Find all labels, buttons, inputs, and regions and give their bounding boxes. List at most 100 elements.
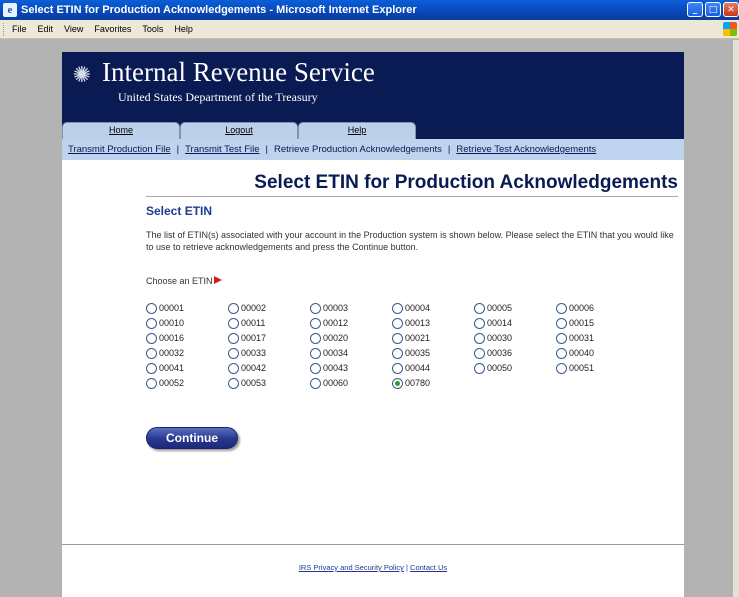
radio-button[interactable] bbox=[228, 377, 239, 389]
main-tabs: Home Logout Help bbox=[62, 122, 684, 139]
radio-button[interactable] bbox=[310, 332, 321, 344]
etin-option[interactable]: 00060 bbox=[310, 377, 392, 389]
radio-button[interactable] bbox=[146, 377, 157, 389]
radio-button[interactable] bbox=[556, 347, 567, 359]
toolbar-grip bbox=[3, 22, 6, 36]
radio-button[interactable] bbox=[146, 332, 157, 344]
etin-option[interactable]: 00012 bbox=[310, 317, 392, 329]
nav-separator: | bbox=[447, 144, 451, 155]
maximize-icon[interactable]: □ bbox=[705, 2, 721, 17]
radio-button[interactable] bbox=[146, 317, 157, 329]
close-icon[interactable]: ✕ bbox=[723, 2, 739, 17]
link-retrieve-test-acknowledgements[interactable]: Retrieve Test Acknowledgements bbox=[456, 144, 596, 155]
etin-option[interactable]: 00013 bbox=[392, 317, 474, 329]
vertical-scrollbar[interactable] bbox=[733, 40, 739, 597]
radio-button[interactable] bbox=[392, 347, 403, 359]
radio-button[interactable] bbox=[474, 347, 485, 359]
radio-button[interactable] bbox=[474, 317, 485, 329]
etin-option[interactable]: 00011 bbox=[228, 317, 310, 329]
etin-option[interactable]: 00003 bbox=[310, 302, 392, 314]
etin-option[interactable]: 00014 bbox=[474, 317, 556, 329]
radio-button[interactable] bbox=[556, 332, 567, 344]
etin-label: 00043 bbox=[323, 363, 349, 373]
radio-button[interactable] bbox=[228, 302, 239, 314]
radio-button[interactable] bbox=[228, 317, 239, 329]
menu-favorites[interactable]: Favorites bbox=[94, 24, 131, 34]
privacy-policy-link[interactable]: IRS Privacy and Security Policy bbox=[299, 563, 404, 572]
menu-file[interactable]: File bbox=[12, 24, 27, 34]
radio-button[interactable] bbox=[556, 362, 567, 374]
web-page: ✺ Internal Revenue Service United States… bbox=[62, 52, 684, 597]
etin-option[interactable]: 00042 bbox=[228, 362, 310, 374]
etin-option[interactable]: 00006 bbox=[556, 302, 638, 314]
etin-option[interactable]: 00017 bbox=[228, 332, 310, 344]
etin-option[interactable]: 00033 bbox=[228, 347, 310, 359]
radio-button[interactable] bbox=[392, 362, 403, 374]
radio-button[interactable] bbox=[310, 362, 321, 374]
etin-option[interactable]: 00016 bbox=[146, 332, 228, 344]
radio-button[interactable] bbox=[556, 317, 567, 329]
etin-option[interactable]: 00041 bbox=[146, 362, 228, 374]
menu-view[interactable]: View bbox=[64, 24, 83, 34]
menu-help[interactable]: Help bbox=[174, 24, 193, 34]
irs-header: ✺ Internal Revenue Service United States… bbox=[62, 52, 684, 160]
etin-option[interactable]: 00050 bbox=[474, 362, 556, 374]
etin-option[interactable]: 00021 bbox=[392, 332, 474, 344]
radio-button[interactable] bbox=[228, 347, 239, 359]
etin-label: 00041 bbox=[159, 363, 185, 373]
etin-option[interactable]: 00015 bbox=[556, 317, 638, 329]
tab-help[interactable]: Help bbox=[298, 122, 416, 139]
etin-option[interactable]: 00034 bbox=[310, 347, 392, 359]
radio-button[interactable] bbox=[228, 332, 239, 344]
radio-button[interactable] bbox=[392, 302, 403, 314]
minimize-icon[interactable]: _ bbox=[687, 2, 703, 17]
etin-option[interactable]: 00044 bbox=[392, 362, 474, 374]
etin-label: 00006 bbox=[569, 303, 595, 313]
etin-option[interactable]: 00005 bbox=[474, 302, 556, 314]
etin-option[interactable]: 00010 bbox=[146, 317, 228, 329]
radio-button[interactable] bbox=[392, 317, 403, 329]
etin-option[interactable]: 00004 bbox=[392, 302, 474, 314]
radio-button[interactable] bbox=[392, 332, 403, 344]
radio-button[interactable] bbox=[146, 362, 157, 374]
etin-option[interactable]: 00020 bbox=[310, 332, 392, 344]
etin-option[interactable]: 00043 bbox=[310, 362, 392, 374]
menu-edit[interactable]: Edit bbox=[38, 24, 54, 34]
etin-option[interactable]: 00030 bbox=[474, 332, 556, 344]
sub-navigation: Transmit Production File | Transmit Test… bbox=[62, 139, 684, 160]
radio-button[interactable] bbox=[146, 302, 157, 314]
tab-logout[interactable]: Logout bbox=[180, 122, 298, 139]
menu-tools[interactable]: Tools bbox=[142, 24, 163, 34]
etin-option[interactable]: 00040 bbox=[556, 347, 638, 359]
radio-button[interactable] bbox=[556, 302, 567, 314]
link-transmit-test-file[interactable]: Transmit Test File bbox=[185, 144, 259, 155]
radio-button[interactable] bbox=[474, 302, 485, 314]
etin-option[interactable]: 00001 bbox=[146, 302, 228, 314]
radio-button[interactable] bbox=[146, 347, 157, 359]
etin-label: 00030 bbox=[487, 333, 513, 343]
etin-option[interactable]: 00031 bbox=[556, 332, 638, 344]
etin-option[interactable]: 00051 bbox=[556, 362, 638, 374]
etin-option[interactable]: 00036 bbox=[474, 347, 556, 359]
radio-button[interactable] bbox=[228, 362, 239, 374]
red-arrow-icon bbox=[213, 275, 222, 284]
radio-button[interactable] bbox=[310, 302, 321, 314]
radio-button[interactable] bbox=[392, 377, 403, 389]
etin-option[interactable]: 00780 bbox=[392, 377, 474, 389]
radio-button[interactable] bbox=[474, 332, 485, 344]
contact-us-link[interactable]: Contact Us bbox=[410, 563, 447, 572]
etin-option[interactable]: 00032 bbox=[146, 347, 228, 359]
continue-button[interactable]: Continue bbox=[146, 427, 238, 449]
etin-option[interactable]: 00002 bbox=[228, 302, 310, 314]
etin-label: 00032 bbox=[159, 348, 185, 358]
radio-button[interactable] bbox=[310, 377, 321, 389]
link-transmit-production-file[interactable]: Transmit Production File bbox=[68, 144, 171, 155]
etin-option[interactable]: 00053 bbox=[228, 377, 310, 389]
radio-button[interactable] bbox=[310, 347, 321, 359]
etin-option[interactable]: 00052 bbox=[146, 377, 228, 389]
etin-option[interactable]: 00035 bbox=[392, 347, 474, 359]
radio-button[interactable] bbox=[474, 362, 485, 374]
tab-home[interactable]: Home bbox=[62, 122, 180, 139]
etin-label: 00040 bbox=[569, 348, 595, 358]
radio-button[interactable] bbox=[310, 317, 321, 329]
